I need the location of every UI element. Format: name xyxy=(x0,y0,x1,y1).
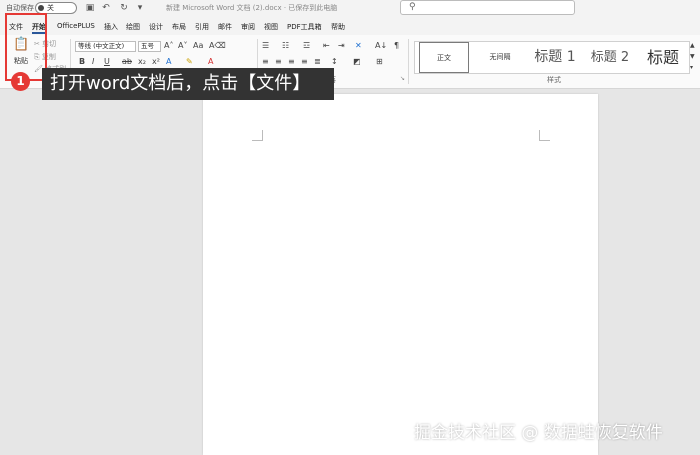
undo-icon[interactable]: ↶ xyxy=(100,2,112,14)
shrink-font-icon[interactable]: A˅ xyxy=(178,41,187,51)
tab-mailings[interactable]: 邮件 xyxy=(218,22,232,32)
numbering-icon[interactable]: ☷ xyxy=(282,41,289,51)
chinese-layout-icon[interactable]: ✕ xyxy=(355,41,362,51)
tab-help[interactable]: 帮助 xyxy=(331,22,345,32)
clear-format-icon[interactable]: A⌫ xyxy=(209,41,226,51)
sort-icon[interactable]: A↓ xyxy=(375,41,387,51)
tab-design[interactable]: 设计 xyxy=(149,22,163,32)
font-name-value: 等线 (中文正文) xyxy=(78,42,125,50)
tab-review[interactable]: 审阅 xyxy=(241,22,255,32)
font-size-value: 五号 xyxy=(141,42,154,50)
tab-references[interactable]: 引用 xyxy=(195,22,209,32)
style-heading-2[interactable]: 标题 2 xyxy=(585,42,635,73)
strikethrough-icon[interactable]: ab xyxy=(122,57,132,67)
style-normal[interactable]: 正文 xyxy=(419,42,469,73)
autosave-state: 关 xyxy=(47,4,54,12)
title-bar: 自动保存 关 ▣ ↶ ↻ ▾ 新建 Microsoft Word 文档 (2).… xyxy=(0,0,700,17)
font-color-icon[interactable]: A xyxy=(208,57,213,67)
highlight-icon[interactable]: ✎ xyxy=(186,57,193,67)
text-effects-icon[interactable]: A xyxy=(166,57,171,67)
step-number-badge: 1 xyxy=(11,72,30,91)
watermark: 掘金技术社区 @ 数据蛙恢复软件 xyxy=(414,423,663,443)
styles-group-label: 样式 xyxy=(547,76,561,84)
crop-mark-left xyxy=(252,130,263,141)
autosave-label: 自动保存 xyxy=(6,4,34,12)
style-heading-1[interactable]: 标题 1 xyxy=(527,42,583,73)
font-size-select[interactable]: 五号 xyxy=(138,41,161,52)
change-case-icon[interactable]: Aa xyxy=(193,41,203,51)
borders-icon[interactable]: ⊞ xyxy=(376,57,383,67)
file-tab-highlight-box xyxy=(5,13,47,81)
increase-indent-icon[interactable]: ⇥ xyxy=(338,41,345,51)
save-icon[interactable]: ▣ xyxy=(84,2,96,14)
font-name-select[interactable]: 等线 (中文正文) xyxy=(75,41,136,52)
style-no-spacing[interactable]: 无间隔 xyxy=(475,42,525,73)
superscript-icon[interactable]: x² xyxy=(152,57,160,67)
document-title: 新建 Microsoft Word 文档 (2).docx · 已保存到此电脑 xyxy=(166,4,338,12)
instruction-banner: 打开word文档后，点击【文件】 xyxy=(42,68,334,100)
tab-view[interactable]: 视图 xyxy=(264,22,278,32)
ribbon-tabs: 文件 开始 OfficePLUS 插入 绘图 设计 布局 引用 邮件 审阅 视图… xyxy=(0,17,700,35)
shading-icon[interactable]: ◩ xyxy=(353,57,361,67)
redo-icon[interactable]: ↻ xyxy=(118,2,130,14)
bold-icon[interactable]: B xyxy=(79,57,85,67)
crop-mark-right xyxy=(539,130,550,141)
grow-font-icon[interactable]: A˄ xyxy=(164,41,173,51)
tab-insert[interactable]: 插入 xyxy=(104,22,118,32)
subscript-icon[interactable]: x₂ xyxy=(138,57,146,67)
tab-layout[interactable]: 布局 xyxy=(172,22,186,32)
distributed-icon[interactable]: ≣ xyxy=(314,57,321,67)
align-center-icon[interactable]: ≡ xyxy=(275,57,282,67)
styles-scroll-down-icon[interactable]: ▼ xyxy=(690,52,695,62)
italic-icon[interactable]: I xyxy=(92,57,94,67)
group-divider xyxy=(408,39,409,84)
show-marks-icon[interactable]: ¶ xyxy=(394,41,399,51)
paragraph-dialog-launcher-icon[interactable]: ↘ xyxy=(400,75,405,82)
line-spacing-icon[interactable]: ↕ xyxy=(331,57,338,67)
customize-quick-access-icon[interactable]: ▾ xyxy=(134,2,146,14)
style-title[interactable]: 标题 xyxy=(637,42,689,73)
justify-icon[interactable]: ≡ xyxy=(301,57,308,67)
decrease-indent-icon[interactable]: ⇤ xyxy=(323,41,330,51)
align-left-icon[interactable]: ≡ xyxy=(262,57,269,67)
tab-officeplus[interactable]: OfficePLUS xyxy=(57,22,95,30)
align-right-icon[interactable]: ≡ xyxy=(288,57,295,67)
tab-pdf-toolbox[interactable]: PDF工具箱 xyxy=(287,22,322,32)
underline-icon[interactable]: U xyxy=(104,57,110,67)
styles-gallery: 正文 无间隔 标题 1 标题 2 标题 xyxy=(414,41,690,74)
styles-more-icon[interactable]: ▾ xyxy=(690,63,693,73)
search-box[interactable]: ⚲ xyxy=(400,0,575,15)
search-icon: ⚲ xyxy=(409,2,416,12)
tab-draw[interactable]: 绘图 xyxy=(126,22,140,32)
toggle-knob xyxy=(38,5,44,11)
document-page[interactable] xyxy=(203,94,598,455)
bullets-icon[interactable]: ☰ xyxy=(262,41,269,51)
styles-scroll-up-icon[interactable]: ▲ xyxy=(690,41,695,51)
multilevel-list-icon[interactable]: ☲ xyxy=(303,41,310,51)
